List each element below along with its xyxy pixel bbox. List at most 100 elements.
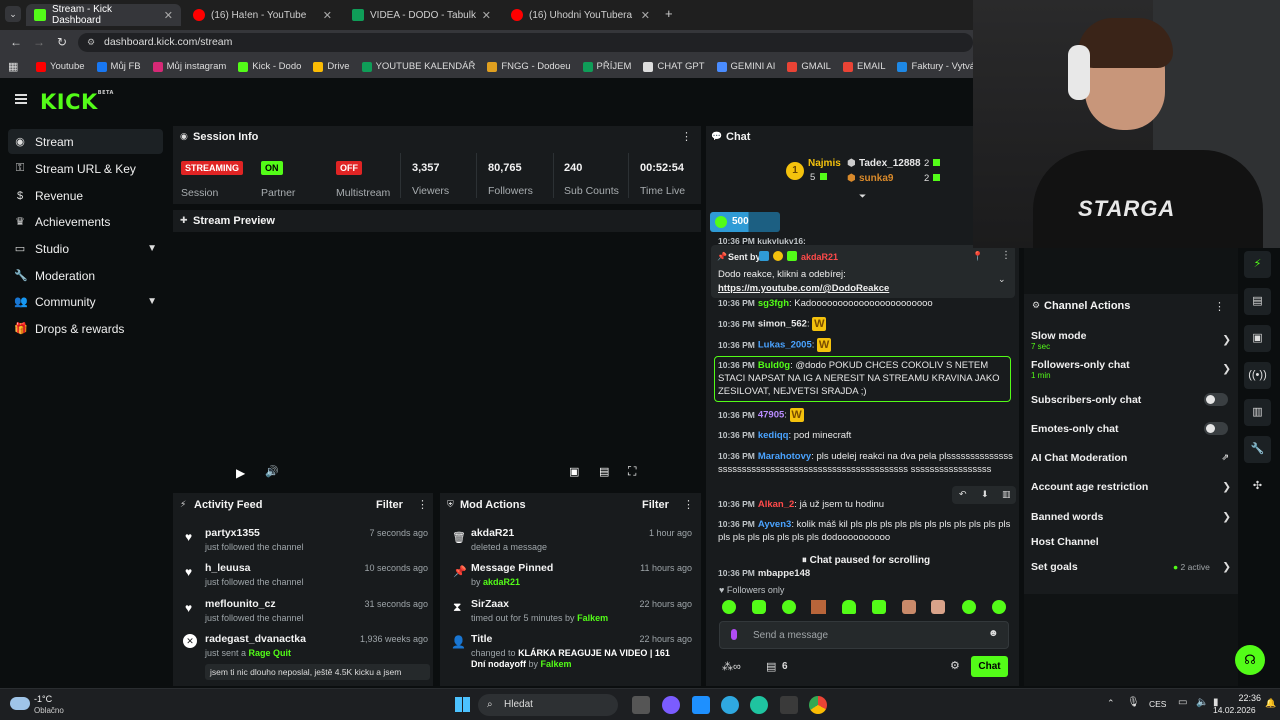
terminal-icon[interactable] <box>780 696 798 714</box>
settings-icon[interactable]: ⚙ <box>950 659 960 672</box>
more-options-icon[interactable]: ⋮ <box>1001 250 1011 261</box>
subscribers-only-toggle[interactable] <box>1204 393 1228 406</box>
tab-youtube-2[interactable]: (16) Uhodni YouTubera Podle I ✕ <box>503 4 658 26</box>
mic-icon[interactable] <box>731 629 737 640</box>
clock-date[interactable]: 14.02.2026 <box>1213 705 1256 715</box>
emote-icon[interactable] <box>842 600 856 614</box>
msg-user[interactable]: mbappe148 <box>758 568 810 578</box>
filter-button[interactable]: Filter <box>376 499 403 511</box>
tab-kick-dashboard[interactable]: Stream - Kick Dashboard ✕ <box>26 4 181 26</box>
edge-icon[interactable] <box>721 696 739 714</box>
back-icon[interactable]: ← <box>10 35 22 49</box>
kick-logo[interactable]: KICKBETA <box>40 90 114 114</box>
banned-words-row[interactable]: Banned words ❯ <box>1031 511 1231 523</box>
pin-icon[interactable]: ⬇ <box>981 489 989 500</box>
gift-box-icon[interactable]: ▤ <box>766 660 776 673</box>
network-icon[interactable]: ▭ <box>1178 697 1187 708</box>
volume-tray-icon[interactable]: 🔈 <box>1196 697 1208 708</box>
expand-leaderboard-icon[interactable]: ⏷ <box>859 191 866 202</box>
broadcast-icon[interactable]: ((•)) <box>1244 362 1271 389</box>
msg-user[interactable]: Buld0g <box>758 360 790 371</box>
tab-youtube-1[interactable]: (16) Ha!en - YouTube ✕ <box>185 4 340 26</box>
clock-time[interactable]: 22:36 <box>1231 693 1261 703</box>
tab-google-sheets[interactable]: VIDEA - DODO - Tabulky Googl ✕ <box>344 4 499 26</box>
more-options-icon[interactable]: ⋮ <box>1214 300 1225 313</box>
more-options-icon[interactable]: ⋮ <box>681 130 692 143</box>
bookmark-item[interactable]: Můj FB <box>96 61 141 72</box>
language-indicator[interactable]: CES <box>1149 699 1166 709</box>
chat-icon[interactable]: ▣ <box>1244 325 1271 352</box>
emote-icon[interactable] <box>872 600 886 614</box>
sidebar-item-revenue[interactable]: $ Revenue <box>8 183 163 208</box>
hamburger-menu-icon[interactable] <box>15 94 27 104</box>
bookmark-item[interactable]: GMAIL <box>787 61 831 72</box>
reply-icon[interactable]: ↶ <box>959 489 967 500</box>
bookmark-item[interactable]: Youtube <box>36 61 85 72</box>
close-tab-icon[interactable]: ✕ <box>164 9 173 22</box>
gift-goal-bar[interactable]: 500 <box>710 212 780 232</box>
emotes-only-toggle[interactable] <box>1204 422 1228 435</box>
pinned-link[interactable]: https://m.youtube.com/@DodoReakce <box>718 283 889 294</box>
chevron-up-icon[interactable]: ⌃ <box>1107 698 1115 709</box>
set-goals-row[interactable]: Set goals ● 2 active ❯ <box>1031 561 1231 573</box>
volume-icon[interactable]: 🔊 <box>265 465 279 478</box>
unpin-icon[interactable]: 📍 <box>972 251 983 262</box>
msg-user[interactable]: Ayven3 <box>758 519 791 530</box>
ai-moderation-row[interactable]: AI Chat Moderation ⇗ <box>1031 452 1231 464</box>
chrome-icon[interactable] <box>809 696 827 714</box>
task-view-icon[interactable] <box>632 696 650 714</box>
emote-icon[interactable] <box>931 600 945 614</box>
support-icon[interactable]: ☊ <box>1235 645 1265 675</box>
new-tab-icon[interactable]: + <box>665 6 673 21</box>
bookmark-item[interactable]: GEMINI AI <box>716 61 775 72</box>
theater-mode-icon[interactable]: ▤ <box>599 465 609 478</box>
followers-only-row[interactable]: Followers-only chat 1 min ❯ <box>1031 359 1231 380</box>
bookmark-item[interactable]: Kick - Dodo <box>238 61 301 72</box>
bookmark-item[interactable]: YOUTUBE KALENDÁŘ <box>361 61 475 72</box>
picture-in-picture-icon[interactable]: ▣ <box>569 465 579 478</box>
filter-button[interactable]: Filter <box>642 499 669 511</box>
quick-action-icon[interactable]: ⚡ <box>1244 251 1271 278</box>
msg-user[interactable]: simon_562 <box>758 319 807 330</box>
wrench-icon[interactable]: 🔧 <box>1244 436 1271 463</box>
msg-user[interactable]: Alkan_2 <box>758 499 794 510</box>
edge-dev-icon[interactable] <box>750 696 768 714</box>
chat-input[interactable]: Send a message ☻ <box>719 621 1009 649</box>
slow-mode-row[interactable]: Slow mode 7 sec ❯ <box>1031 330 1231 351</box>
msg-user[interactable]: sg3fgh <box>758 298 789 309</box>
taskbar-search[interactable]: ⌕ Hledat <box>478 694 618 716</box>
copilot-icon[interactable] <box>662 696 680 714</box>
bookmark-item[interactable]: CHAT GPT <box>643 61 705 72</box>
reload-icon[interactable]: ↻ <box>57 35 67 49</box>
sidebar-item-achievements[interactable]: ♛ Achievements <box>8 209 163 234</box>
emote-icon[interactable] <box>992 600 1006 614</box>
tab-search-button[interactable]: ⌄ <box>5 6 21 22</box>
sidebar-item-moderation[interactable]: 🔧 Moderation <box>8 263 163 288</box>
close-tab-icon[interactable]: ✕ <box>641 9 650 22</box>
emote-icon[interactable] <box>752 600 766 614</box>
sidebar-item-stream[interactable]: ◉ Stream <box>8 129 163 154</box>
more-options-icon[interactable]: ⋮ <box>683 498 694 511</box>
more-options-icon[interactable]: ⋮ <box>417 498 428 511</box>
sidebar-item-drops-rewards[interactable]: 🎁 Drops & rewards <box>8 316 163 341</box>
forward-icon[interactable]: → <box>33 35 45 49</box>
notification-bell-icon[interactable]: 🔔 <box>1265 698 1276 709</box>
start-button-icon[interactable] <box>455 697 470 712</box>
emote-icon[interactable] <box>962 600 976 614</box>
msg-user[interactable]: Marahotovy <box>758 451 811 462</box>
sidebar-item-stream-url-key[interactable]: ⚿ Stream URL & Key <box>8 156 163 181</box>
bookmark-item[interactable]: FNGG - Dodoeu <box>487 61 571 72</box>
url-input[interactable]: ⚙ dashboard.kick.com/stream <box>78 33 973 52</box>
kick-coins-icon[interactable]: ⁂∞ <box>722 660 741 673</box>
play-icon[interactable]: ▶ <box>236 466 245 480</box>
msg-user[interactable]: Lukas_2005 <box>758 340 812 351</box>
msg-user[interactable]: 47905 <box>758 410 784 421</box>
send-chat-button[interactable]: Chat <box>971 656 1008 677</box>
close-tab-icon[interactable]: ✕ <box>482 9 491 22</box>
account-age-row[interactable]: Account age restriction ❯ <box>1031 481 1231 493</box>
chevron-down-icon[interactable]: ⌄ <box>998 274 1006 285</box>
pinned-message[interactable]: 📌 Sent by akdaR21 📍 ⋮ Dodo reakce, klikn… <box>711 245 1015 298</box>
emote-icon[interactable] <box>722 600 736 614</box>
site-info-icon[interactable]: ⚙ <box>87 33 95 52</box>
bookmark-item[interactable]: Můj instagram <box>152 61 226 72</box>
